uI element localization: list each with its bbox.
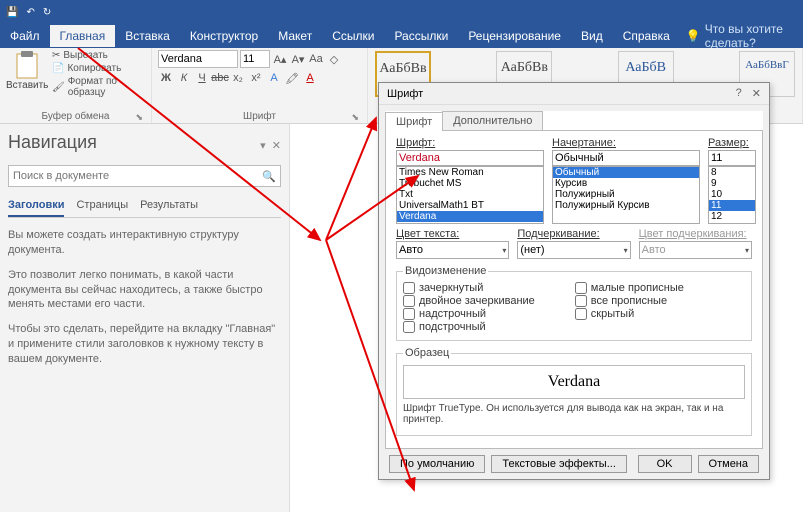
subscript-icon[interactable]: x₂ (230, 70, 246, 86)
chk-smallcaps[interactable]: малые прописные (575, 282, 684, 294)
ucolor-label: Цвет подчеркивания: (639, 228, 752, 240)
tab-help[interactable]: Справка (613, 25, 680, 47)
dlg-tab-font[interactable]: Шрифт (385, 112, 443, 131)
titlebar: 💾 ↶ ↻ (0, 0, 803, 24)
save-icon[interactable]: 💾 (6, 7, 18, 18)
font-name-input[interactable] (158, 50, 238, 68)
text-effects-icon[interactable]: A (266, 70, 282, 86)
tab-file[interactable]: Файл (0, 25, 50, 47)
underline-label: Подчеркивание: (517, 228, 630, 240)
nav-tab-results[interactable]: Результаты (140, 195, 198, 217)
font-dialog: Шрифт ? ✕ Шрифт Дополнительно Шрифт: Time… (378, 82, 770, 480)
size-field-label: Размер: (708, 137, 756, 149)
dialog-title: Шрифт (387, 88, 423, 100)
tab-design[interactable]: Конструктор (180, 25, 268, 47)
underline-combo[interactable]: (нет)▾ (517, 241, 630, 259)
format-painter-button[interactable]: 🖌Формат по образцу (52, 76, 145, 98)
text-effects-button[interactable]: Текстовые эффекты... (491, 455, 627, 473)
color-combo[interactable]: Авто▾ (396, 241, 509, 259)
tab-review[interactable]: Рецензирование (458, 25, 571, 47)
clipboard-launcher-icon[interactable]: ⬊ (135, 112, 143, 123)
strike-icon[interactable]: abc (212, 70, 228, 86)
nav-search[interactable]: 🔍 (8, 165, 281, 187)
chk-superscript[interactable]: надстрочный (403, 308, 535, 320)
underline-icon[interactable]: Ч (194, 70, 210, 86)
help-icon[interactable]: ? (736, 87, 742, 100)
ribbon-tabs: Файл Главная Вставка Конструктор Макет С… (0, 24, 803, 48)
nav-title: Навигация (8, 132, 97, 153)
font-color-icon[interactable]: A (302, 70, 318, 86)
tab-view[interactable]: Вид (571, 25, 613, 47)
default-button[interactable]: По умолчанию (389, 455, 485, 473)
nav-p3: Чтобы это сделать, перейдите на вкладку … (8, 322, 281, 367)
nav-p1: Вы можете создать интерактивную структур… (8, 228, 281, 258)
tab-home[interactable]: Главная (50, 25, 116, 47)
group-font-label: Шрифт⬊ (158, 110, 361, 123)
paste-button[interactable]: Вставить (6, 50, 48, 98)
superscript-icon[interactable]: x² (248, 70, 264, 86)
font-listbox[interactable]: Times New RomanTrebuchet MSTxtUniversalM… (396, 166, 544, 224)
highlight-icon[interactable]: 🖍 (284, 70, 300, 86)
tab-insert[interactable]: Вставка (115, 25, 180, 47)
size-field-input[interactable] (708, 150, 756, 166)
shrink-font-icon[interactable]: A▾ (290, 51, 306, 67)
font-launcher-icon[interactable]: ⬊ (351, 112, 359, 123)
nav-search-input[interactable] (9, 166, 258, 186)
sample-preview: Verdana (403, 365, 745, 399)
style-field-label: Начертание: (552, 137, 700, 149)
chk-hidden[interactable]: скрытый (575, 308, 684, 320)
clear-format-icon[interactable]: ◇ (326, 51, 342, 67)
tab-mail[interactable]: Рассылки (384, 25, 458, 47)
effects-fieldset: Видоизменение зачеркнутый двойное зачерк… (396, 265, 752, 341)
nav-close-icon[interactable]: ✕ (272, 140, 281, 152)
nav-tab-headings[interactable]: Заголовки (8, 195, 64, 217)
copy-button[interactable]: 📄Копировать (52, 63, 145, 74)
tell-me[interactable]: 💡Что вы хотите сделать? (686, 22, 803, 50)
change-case-icon[interactable]: Aa (308, 51, 324, 67)
search-icon[interactable]: 🔍 (258, 166, 280, 186)
grow-font-icon[interactable]: A▴ (272, 51, 288, 67)
bulb-icon: 💡 (686, 29, 701, 43)
nav-p2: Это позволит легко понимать, в какой час… (8, 268, 281, 313)
nav-tab-pages[interactable]: Страницы (76, 195, 128, 217)
chk-allcaps[interactable]: все прописные (575, 295, 684, 307)
close-icon[interactable]: ✕ (752, 87, 761, 100)
tab-layout[interactable]: Макет (268, 25, 322, 47)
style-field-input[interactable] (552, 150, 700, 166)
redo-icon[interactable]: ↻ (43, 7, 51, 18)
italic-icon[interactable]: К (176, 70, 192, 86)
style-listbox[interactable]: ОбычныйКурсивПолужирныйПолужирный Курсив (552, 166, 700, 224)
chk-subscript[interactable]: подстрочный (403, 321, 535, 333)
navigation-pane: Навигация ▾ ✕ 🔍 Заголовки Страницы Резул… (0, 124, 290, 512)
chk-dblstrike[interactable]: двойное зачеркивание (403, 295, 535, 307)
sample-fieldset: Образец Verdana Шрифт TrueType. Он испол… (396, 347, 752, 436)
font-size-input[interactable] (240, 50, 270, 68)
color-label: Цвет текста: (396, 228, 509, 240)
font-field-input[interactable] (396, 150, 544, 166)
scissors-icon: ✂ (52, 50, 60, 61)
cut-button[interactable]: ✂Вырезать (52, 50, 145, 61)
ucolor-combo: Авто▾ (639, 241, 752, 259)
ok-button[interactable]: OK (638, 455, 692, 473)
dlg-tab-advanced[interactable]: Дополнительно (442, 111, 543, 130)
copy-icon: 📄 (52, 63, 64, 74)
group-clipboard-label: Буфер обмена⬊ (6, 110, 145, 123)
chk-strike[interactable]: зачеркнутый (403, 282, 535, 294)
clipboard-icon (13, 50, 41, 80)
bold-icon[interactable]: Ж (158, 70, 174, 86)
cancel-button[interactable]: Отмена (698, 455, 759, 473)
size-listbox[interactable]: 89101112 (708, 166, 756, 224)
nav-dropdown-icon[interactable]: ▾ (260, 140, 266, 152)
brush-icon: 🖌 (52, 82, 65, 93)
truetype-note: Шрифт TrueType. Он используется для выво… (403, 403, 745, 425)
undo-icon[interactable]: ↶ (26, 7, 34, 18)
tab-refs[interactable]: Ссылки (322, 25, 384, 47)
font-field-label: Шрифт: (396, 137, 544, 149)
